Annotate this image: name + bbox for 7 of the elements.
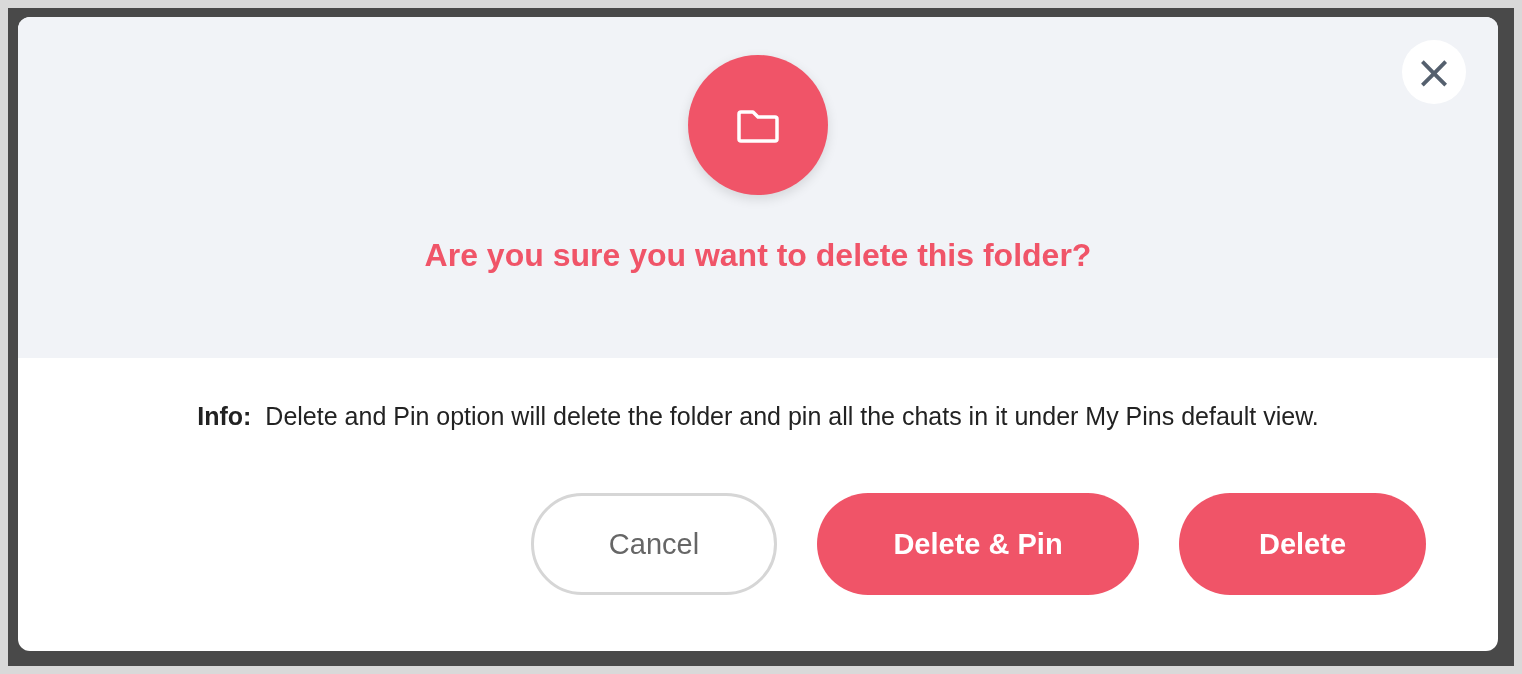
delete-button[interactable]: Delete & Pin: [817, 493, 1139, 595]
cancel-button[interactable]: Cancel: [531, 493, 777, 595]
info-label: Info:: [197, 402, 252, 431]
info-text: Delete and Pin option will delete the folder and pin all the chats in it under My Pins default view.: [265, 402, 1319, 431]
delete-button[interactable]: Delete: [1179, 493, 1426, 595]
dialog-title: Are you sure you want to delete this folder?: [424, 237, 1092, 274]
close-button[interactable]: ×: [1402, 40, 1466, 104]
